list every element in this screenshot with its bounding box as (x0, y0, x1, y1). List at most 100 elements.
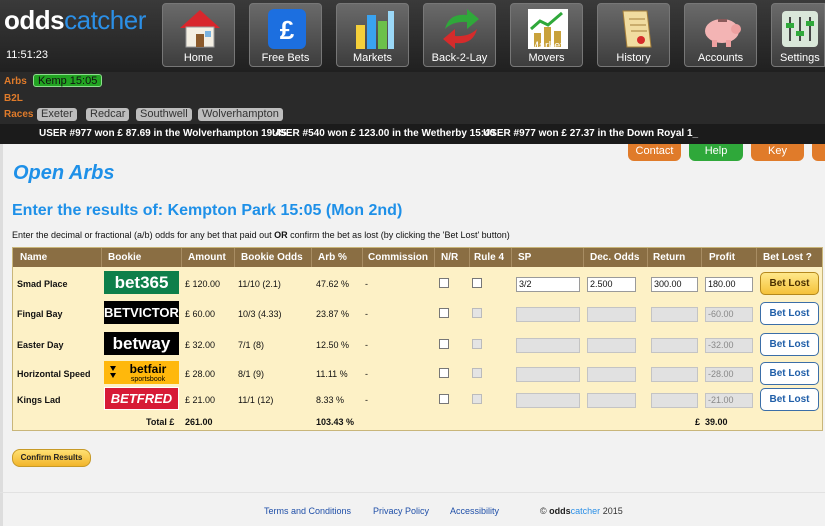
sp-input[interactable]: 3/2 (516, 277, 580, 292)
clock: 11:51:23 (6, 49, 49, 61)
accessibility-link[interactable]: Accessibility (450, 506, 499, 516)
race-chip-southwell[interactable]: Southwell (136, 108, 192, 121)
bookie-odds: 8/1 (9) (238, 369, 265, 379)
col-divider (469, 248, 470, 267)
key-button[interactable]: Key (751, 144, 804, 161)
profit-input[interactable]: 180.00 (705, 277, 753, 292)
nav-market-movers-button[interactable]: Market Movers (510, 3, 583, 67)
dec-odds-input[interactable] (587, 393, 636, 408)
bookie-odds: 10/3 (4.33) (238, 309, 282, 319)
copyright-symbol: © (540, 506, 547, 516)
bet-lost-button[interactable]: Bet Lost (760, 302, 819, 325)
confirm-results-button[interactable]: Confirm Results (12, 449, 91, 467)
nr-checkbox[interactable] (439, 368, 449, 378)
col-divider (181, 248, 182, 267)
status-strip: Arbs Kemp 15:05 B2L Races Exeter Redcar … (0, 72, 825, 124)
rule4-checkbox (472, 394, 482, 404)
col-dec-odds: Dec. Odds (590, 252, 640, 263)
nav-history-button[interactable]: History (597, 3, 670, 67)
col-rule4: Rule 4 (474, 252, 505, 263)
sp-input[interactable] (516, 307, 580, 322)
bet-lost-button[interactable]: Bet Lost (760, 388, 819, 411)
results-table: Name Bookie Amount Bookie Odds Arb % Com… (12, 247, 823, 431)
rule4-checkbox (472, 339, 482, 349)
profit-input[interactable]: -32.00 (705, 338, 753, 353)
extra-button-clipped[interactable] (812, 144, 825, 161)
dec-odds-input[interactable] (587, 338, 636, 353)
terms-link[interactable]: Terms and Conditions (264, 506, 351, 516)
race-chip-redcar[interactable]: Redcar (86, 108, 130, 121)
bet365-logo: bet365 (104, 271, 179, 294)
nav-accounts-button[interactable]: Accounts (684, 3, 757, 67)
arb-chip-kempton[interactable]: Kemp 15:05 (33, 74, 103, 87)
dec-odds-input[interactable] (587, 307, 636, 322)
scroll-icon (622, 10, 652, 48)
return-input[interactable] (651, 393, 698, 408)
arb-percent: 47.62 % (316, 279, 350, 289)
profit-input[interactable]: -21.00 (705, 393, 753, 408)
arb-percent: 12.50 % (316, 340, 350, 350)
col-divider (362, 248, 363, 267)
total-label: Total £ (146, 417, 175, 427)
bar-chart-icon (356, 11, 394, 49)
dec-odds-input[interactable] (587, 367, 636, 382)
col-bet-lost: Bet Lost ? (763, 252, 812, 263)
copyright-brand-odds: odds (549, 506, 571, 516)
total-arb: 103.43 % (316, 417, 355, 427)
races-label: Races (4, 109, 34, 120)
nav-label: History (616, 52, 651, 64)
sp-input[interactable] (516, 367, 580, 382)
b2l-label: B2L (4, 93, 23, 104)
nav-free-bets-button[interactable]: £ Free Bets (249, 3, 322, 67)
col-return: Return (653, 252, 686, 263)
sp-input[interactable] (516, 338, 580, 353)
sp-input[interactable] (516, 393, 580, 408)
help-button[interactable]: Help (689, 144, 743, 161)
commission: - (365, 395, 368, 405)
nr-checkbox[interactable] (439, 278, 449, 288)
instructions-text: Enter the decimal or fractional (a/b) od… (12, 230, 275, 240)
copyright-brand-catcher: catcher (570, 506, 601, 516)
results-heading: Enter the results of: Kempton Park 15:05… (12, 202, 403, 219)
bet-lost-button[interactable]: Bet Lost (760, 272, 819, 295)
logo-text-catcher: catcher (64, 5, 146, 35)
arbs-label: Arbs (4, 76, 27, 87)
runner-name: Fingal Bay (17, 309, 63, 319)
main-left-border (0, 144, 3, 526)
arb-percent: 11.11 % (316, 369, 348, 379)
return-input[interactable] (651, 307, 698, 322)
nav-markets-button[interactable]: Markets (336, 3, 409, 67)
nav-label: Home (183, 52, 214, 64)
profit-input[interactable]: -28.00 (705, 367, 753, 382)
privacy-link[interactable]: Privacy Policy (373, 506, 429, 516)
instructions-text: confirm the bet as lost (by clicking the… (287, 230, 510, 240)
col-sp: SP (518, 252, 532, 263)
bet-lost-button[interactable]: Bet Lost (760, 362, 819, 385)
runner-name: Kings Lad (17, 395, 61, 405)
site-logo[interactable]: oddscatcher (4, 5, 146, 36)
return-input[interactable]: 300.00 (651, 277, 698, 292)
bet-lost-button[interactable]: Bet Lost (760, 333, 819, 356)
return-input[interactable] (651, 367, 698, 382)
nav-label: Free Bets (261, 52, 310, 64)
nav-home-button[interactable]: Home (162, 3, 235, 67)
bookie-odds: 11/10 (2.1) (238, 279, 281, 289)
nr-checkbox[interactable] (439, 308, 449, 318)
nr-checkbox[interactable] (439, 339, 449, 349)
col-divider (511, 248, 512, 267)
return-input[interactable] (651, 338, 698, 353)
race-chip-exeter[interactable]: Exeter (37, 108, 77, 121)
ticker-item: USER #977 won £ 27.37 in the Down Royal … (483, 128, 699, 139)
amount: £ 32.00 (185, 340, 216, 350)
pound-icon: £ (268, 9, 306, 49)
commission: - (365, 369, 368, 379)
race-chip-wolverhampton[interactable]: Wolverhampton (198, 108, 283, 121)
nav-settings-button[interactable]: Settings (771, 3, 825, 67)
contact-button[interactable]: Contact (628, 144, 681, 161)
dec-odds-input[interactable]: 2.500 (587, 277, 636, 292)
rule4-checkbox[interactable] (472, 278, 482, 288)
nr-checkbox[interactable] (439, 394, 449, 404)
profit-input[interactable]: -60.00 (705, 307, 753, 322)
nav-back-2-lay-button[interactable]: Back-2-Lay (423, 3, 496, 67)
col-divider (756, 248, 757, 267)
